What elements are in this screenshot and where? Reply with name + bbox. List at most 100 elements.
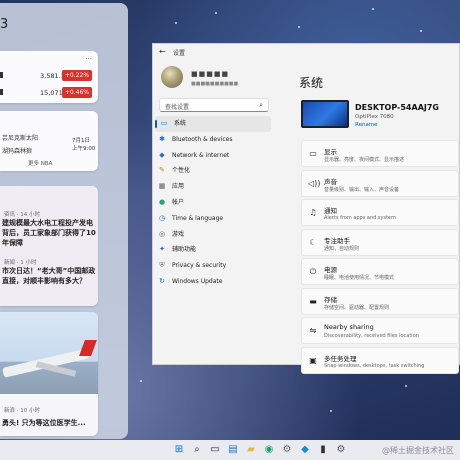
airplane-tail [79,340,97,356]
nav-icon: ▦ [158,182,166,191]
widgets-panel: 3 ··· 3,581.17 +0.22% 15,071.31 +0.46% 芸… [0,3,128,439]
nba-more-link[interactable]: 更多 NBA [28,159,52,167]
sidebar-item-label: 帐户 [172,198,185,206]
row-title: 存储 [324,295,337,304]
nav-icon: ✦ [159,245,165,254]
stock-row[interactable]: 15,071.31 +0.46% [0,86,98,100]
back-arrow-icon[interactable]: ← [159,47,166,56]
news-headline[interactable]: 建规模最大水电工程投产发电背后，员工家象部门获得了10年保障 [2,218,96,248]
news-headline[interactable]: 市次日达！“老大哥”中国邮政直接，对顺丰影响有多大？ [2,266,96,286]
nba-team-2: 湖犸森林狼 [2,148,33,155]
app-title: 设置 [173,50,186,57]
system-settings-list: ▭ 显示 显示器、亮度、夜间模式、显示描述 ◁)) 声音 音量级别、输出、输入、声音设备 ♫… [301,140,459,376]
sidebar-item-label: Network & internet [172,151,230,159]
sidebar-item[interactable]: ◎ 游戏 [153,227,271,243]
settings-row[interactable]: ⏻ 电源 睡眠、电池使用情况、节电模式 [301,258,459,285]
row-description: 音量级别、输出、输入、声音设备 [324,186,400,193]
settings-row[interactable]: ◁)) 声音 音量级别、输出、输入、声音设备 [301,169,459,197]
chrome-icon[interactable]: ◉ [262,443,276,457]
nav-icon: ✱ [159,134,165,143]
avatar[interactable] [161,66,183,88]
news-headline[interactable]: 勇头! 只为等这位医学生... [2,418,86,428]
nba-schedule: 7月1日 上午9:00 [72,137,95,153]
settings-row[interactable]: ☾ 专注助手 通知，自动规则 [301,228,459,256]
stock-widget[interactable]: ··· 3,581.17 +0.22% 15,071.31 +0.46% [0,51,98,103]
start-icon[interactable]: ⊞ [172,443,186,457]
device-name: DESKTOP-54AAJ7G [355,103,439,112]
sidebar-item-label: Bluetooth & devices [172,135,233,143]
photo-news-widget[interactable]: 新浪 · 10 小时 勇头! 只为等这位医学生... [0,312,98,436]
sidebar-item-label: Time & language [172,214,224,222]
settings-row[interactable]: ♫ 通知 Alerts from apps and system [301,199,459,226]
airplane-photo [0,312,98,394]
file-explorer-icon[interactable]: ▰ [244,443,258,457]
stock-name-fragment [0,89,3,95]
user-email: ■■■■■■■■■■ [191,81,239,87]
search-placeholder: 查找设置 [165,104,190,111]
nav-icon: ↻ [159,276,165,285]
sidebar-item[interactable]: ▭ 系统 [155,116,271,132]
sidebar-item[interactable]: ↻ Windows Update [153,274,271,290]
sidebar-nav: ▭ 系统 ✱ Bluetooth & devices ◆ Network & intern… [153,116,271,290]
nav-icon: ▭ [160,119,168,127]
settings-row[interactable]: ▭ 显示 显示器、亮度、夜间模式、显示描述 [301,140,459,167]
sidebar-item[interactable]: ✦ 辅助功能 [153,242,271,258]
sidebar-item-label: 游戏 [172,230,185,238]
row-title: 通知 [324,207,337,215]
search-input[interactable]: 查找设置 ⌕ [159,98,269,112]
gear-active-icon[interactable]: ⚙ [334,443,348,457]
row-description: 存储空间、驱动器、配置规则 [324,304,390,311]
sidebar-item-label: Privacy & security [172,262,227,270]
row-title: 声音 [324,177,337,186]
news-widget[interactable]: 资讯 · 14 小时 建规模最大水电工程投产发电背后，员工家象部门获得了10年保… [0,186,98,306]
news-source: 新浪 · 10 小时 [4,408,40,414]
sidebar-item[interactable]: ✎ 个性化 [153,163,271,179]
page-title: 系统 [299,76,324,90]
stock-name-fragment [0,72,3,78]
widgets-partial-number: 3 [0,17,9,32]
news-source: 新闻 · 1 小时 [4,260,37,266]
rename-link[interactable]: Rename [355,122,378,128]
row-icon: ☾ [309,237,317,247]
settings-icon[interactable]: ⚙ [280,443,294,457]
sidebar-item[interactable]: ⛨ Privacy & security [153,258,271,274]
device-model: OptiPlex 7080 [355,114,394,120]
settings-row[interactable]: ▬ 存储 存储空间、驱动器、配置规则 [301,287,459,315]
star [140,380,142,382]
sidebar-item[interactable]: ✱ Bluetooth & devices [153,132,271,148]
row-title: Nearby sharing [324,323,374,331]
stock-change-badge: +0.22% [61,70,92,81]
sidebar-item[interactable]: ▦ 应用 [153,179,271,195]
title-bar: ← 设置 [153,44,459,60]
nav-icon: ● [158,197,166,206]
sidebar-item[interactable]: ◆ Network & internet [153,148,271,164]
star [175,22,177,24]
more-options-icon[interactable]: ··· [85,55,92,63]
nav-icon: ⛨ [159,261,165,270]
stock-row[interactable]: 3,581.17 +0.22% [0,69,98,83]
vscode-icon[interactable]: ◆ [298,443,312,457]
star [420,30,422,32]
nba-widget[interactable]: 芸尼克斯太阳 湖犸森林狼 7月1日 上午9:00 更多 NBA [0,111,98,171]
stock-change-badge: +0.46% [61,87,92,98]
sidebar-item-label: Windows Update [172,277,223,285]
taskbar: @稀土掘金技术社区 ⊞ ⌕ ▭ ▤ ▰ ◉ ⚙ ◆ ▮ ⚙ [0,440,460,460]
row-title: 专注助手 [324,236,350,245]
watermark: @稀土掘金技术社区 [382,446,454,455]
row-icon: ⏻ [309,267,317,276]
settings-row[interactable]: ▣ 多任务处理 Snap windows, desktops, task switc… [301,346,459,374]
row-description: Alerts from apps and system [324,215,396,221]
widgets-icon[interactable]: ▤ [226,443,240,457]
task-view-icon[interactable]: ▭ [208,443,222,457]
nav-icon: ◎ [158,229,166,238]
star [330,410,332,412]
search-icon[interactable]: ⌕ [190,443,204,457]
row-title: 显示 [324,148,337,156]
terminal-icon[interactable]: ▮ [316,443,330,457]
star [298,26,300,28]
sidebar-item[interactable]: ● 帐户 [153,195,271,211]
sidebar-item[interactable]: ◷ Time & language [153,211,271,227]
row-description: Discoverability, received files location [324,333,419,339]
row-description: Snap windows, desktops, task switching [324,362,425,369]
settings-row[interactable]: ⇋ Nearby sharing Discoverability, received… [301,317,459,344]
